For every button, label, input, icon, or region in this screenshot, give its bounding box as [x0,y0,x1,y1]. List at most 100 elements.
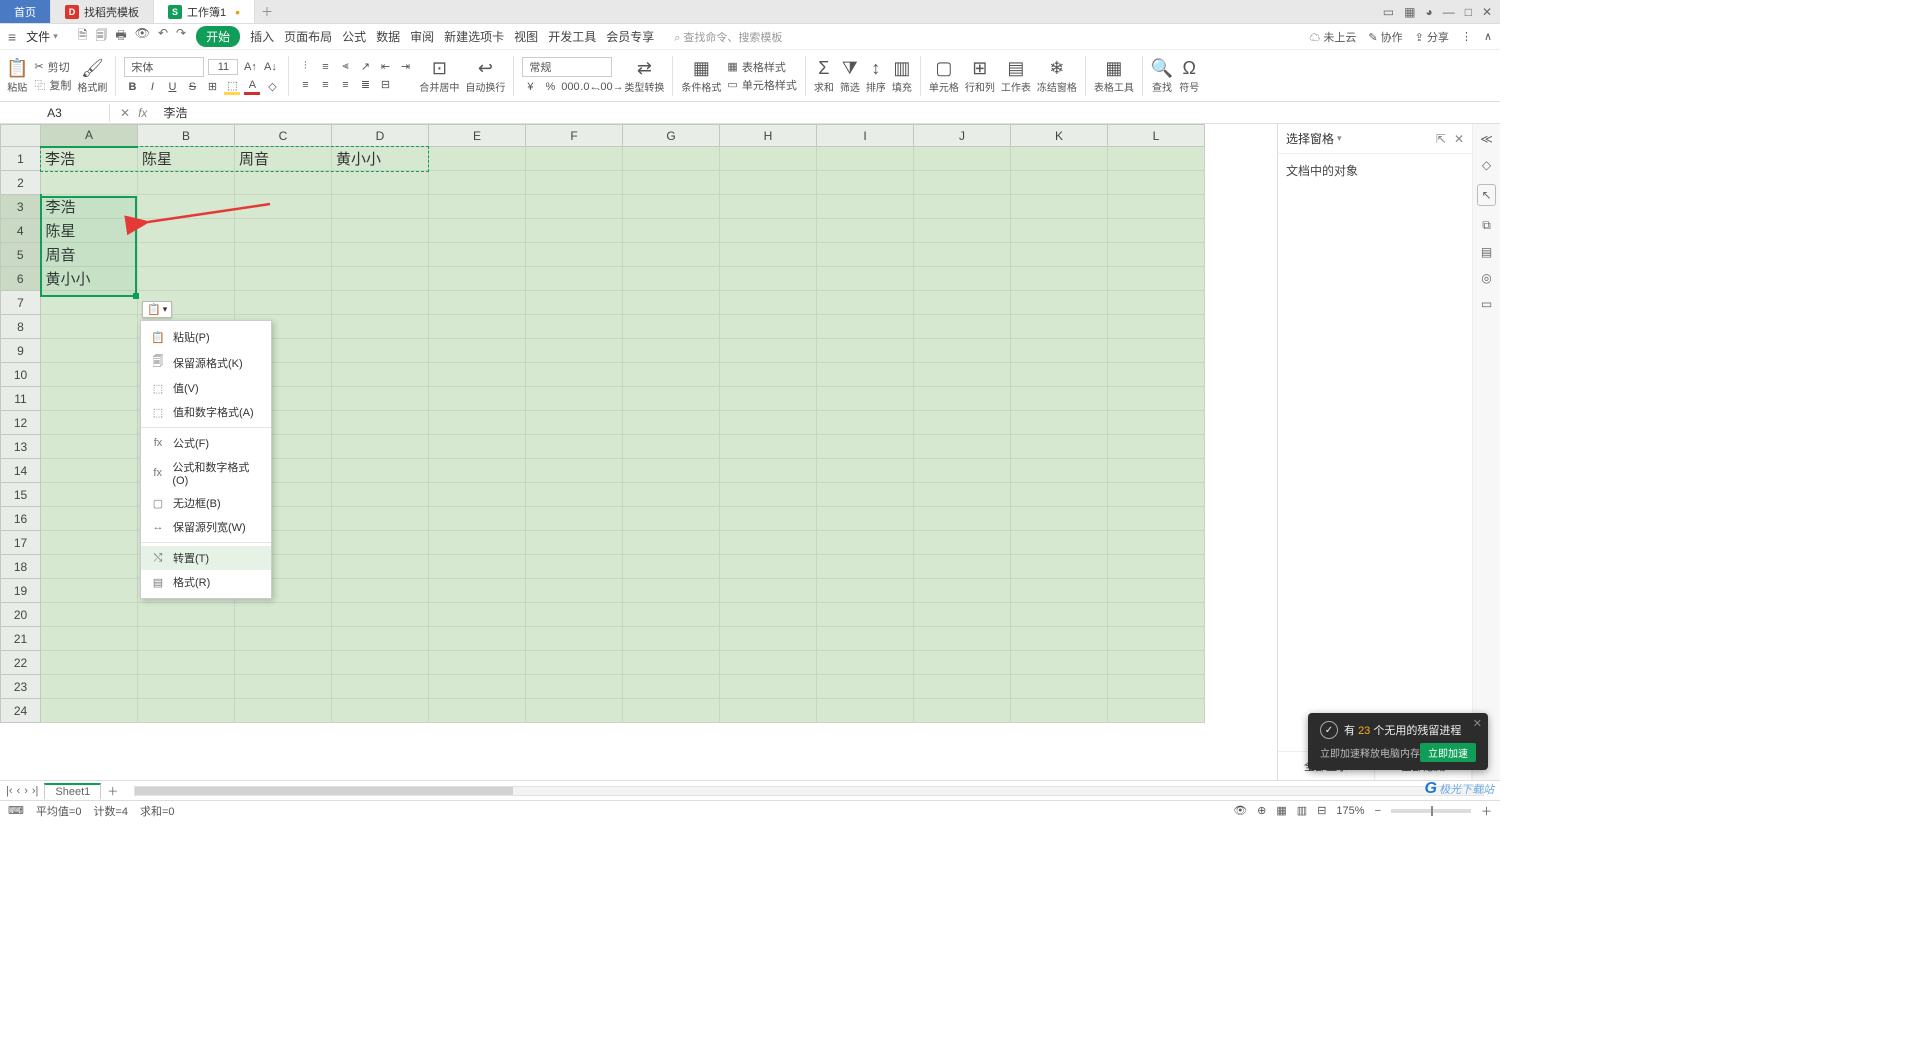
cell-A20[interactable] [41,603,138,627]
cell-K1[interactable] [1011,147,1108,171]
cell-E4[interactable] [429,219,526,243]
menu-data[interactable]: 数据 [376,28,400,45]
cell-K15[interactable] [1011,483,1108,507]
row-header-4[interactable]: 4 [1,219,41,243]
cell-B2[interactable] [138,171,235,195]
cell-D19[interactable] [332,579,429,603]
cell-B5[interactable] [138,243,235,267]
fx-cancel-icon[interactable]: ✕ [120,106,130,120]
more-menu[interactable]: ⋮ [1461,30,1472,43]
currency-icon[interactable]: ¥ [522,79,538,95]
cell-L7[interactable] [1108,291,1205,315]
row-header-13[interactable]: 13 [1,435,41,459]
number-format-select[interactable]: 常规 [522,57,612,77]
zoom-level[interactable]: 175% [1336,805,1364,817]
cell-L22[interactable] [1108,651,1205,675]
cell-I9[interactable] [817,339,914,363]
cell-F12[interactable] [526,411,623,435]
save-icon[interactable]: 🗎 [78,26,88,47]
cell-I17[interactable] [817,531,914,555]
cell-G10[interactable] [623,363,720,387]
cell-G8[interactable] [623,315,720,339]
cell-J4[interactable] [914,219,1011,243]
fill-button[interactable]: ▥填充 [892,58,912,94]
cell-E17[interactable] [429,531,526,555]
ctx-value-number[interactable]: ⬚值和数字格式(A) [141,400,271,424]
status-mode-icon[interactable]: ⌨ [8,804,24,817]
cell-A15[interactable] [41,483,138,507]
cell-A18[interactable] [41,555,138,579]
font-size-select[interactable]: 11 [208,59,238,75]
cell-I8[interactable] [817,315,914,339]
preview-icon[interactable]: 👁 [135,26,150,47]
cell-A19[interactable] [41,579,138,603]
cell-H6[interactable] [720,267,817,291]
print-icon[interactable]: 🖶 [115,26,126,47]
row-header-6[interactable]: 6 [1,267,41,291]
cell-L20[interactable] [1108,603,1205,627]
cell-B21[interactable] [138,627,235,651]
cell-F4[interactable] [526,219,623,243]
cell-B1[interactable]: 陈星 [138,147,235,171]
cell-G9[interactable] [623,339,720,363]
cell-C1[interactable]: 周音 [235,147,332,171]
menu-vip[interactable]: 会员专享 [606,28,654,45]
cell-F9[interactable] [526,339,623,363]
cell-G13[interactable] [623,435,720,459]
cell-K23[interactable] [1011,675,1108,699]
cell-K4[interactable] [1011,219,1108,243]
row-header-2[interactable]: 2 [1,171,41,195]
cell-G15[interactable] [623,483,720,507]
col-header-J[interactable]: J [914,125,1011,147]
cell-D3[interactable] [332,195,429,219]
cell-C23[interactable] [235,675,332,699]
side-location-icon[interactable]: ◎ [1481,271,1491,285]
cell-E7[interactable] [429,291,526,315]
cell-J19[interactable] [914,579,1011,603]
cell-H23[interactable] [720,675,817,699]
paste-options-button[interactable]: 📋 ▾ [142,301,172,318]
cell-J5[interactable] [914,243,1011,267]
cell-A17[interactable] [41,531,138,555]
font-name-select[interactable]: 宋体 [124,57,204,77]
tab-templates[interactable]: D 找稻壳模板 [51,0,154,23]
indent-inc-icon[interactable]: ⇥ [397,59,413,75]
cell-J18[interactable] [914,555,1011,579]
cell-A7[interactable] [41,291,138,315]
window-minimize[interactable]: — [1443,5,1455,19]
cell-E3[interactable] [429,195,526,219]
cell-H18[interactable] [720,555,817,579]
cell-H17[interactable] [720,531,817,555]
rowcol-button[interactable]: ⊞行和列 [965,58,995,94]
cell-L21[interactable] [1108,627,1205,651]
cell-G1[interactable] [623,147,720,171]
cell-D15[interactable] [332,483,429,507]
cell-L5[interactable] [1108,243,1205,267]
cell-C2[interactable] [235,171,332,195]
col-header-A[interactable]: A [41,125,138,147]
cell-E20[interactable] [429,603,526,627]
cell-E10[interactable] [429,363,526,387]
cell-F16[interactable] [526,507,623,531]
cell-L13[interactable] [1108,435,1205,459]
cell-C20[interactable] [235,603,332,627]
cell-D6[interactable] [332,267,429,291]
cell-A10[interactable] [41,363,138,387]
cell-D1[interactable]: 黄小小 [332,147,429,171]
underline-icon[interactable]: U [164,79,180,95]
row-header-22[interactable]: 22 [1,651,41,675]
cell-F1[interactable] [526,147,623,171]
cell-F21[interactable] [526,627,623,651]
ctx-keep-format[interactable]: 🗐保留源格式(K) [141,349,271,376]
toast-close-icon[interactable]: ✕ [1473,717,1482,730]
cell-G12[interactable] [623,411,720,435]
cell-F19[interactable] [526,579,623,603]
cell-I7[interactable] [817,291,914,315]
cell-I1[interactable] [817,147,914,171]
window-maximize[interactable]: □ [1465,5,1472,19]
indent-dec-icon[interactable]: ⇤ [377,59,393,75]
cell-H2[interactable] [720,171,817,195]
cell-I20[interactable] [817,603,914,627]
cell-K20[interactable] [1011,603,1108,627]
pane-close-icon[interactable]: ✕ [1454,132,1464,146]
